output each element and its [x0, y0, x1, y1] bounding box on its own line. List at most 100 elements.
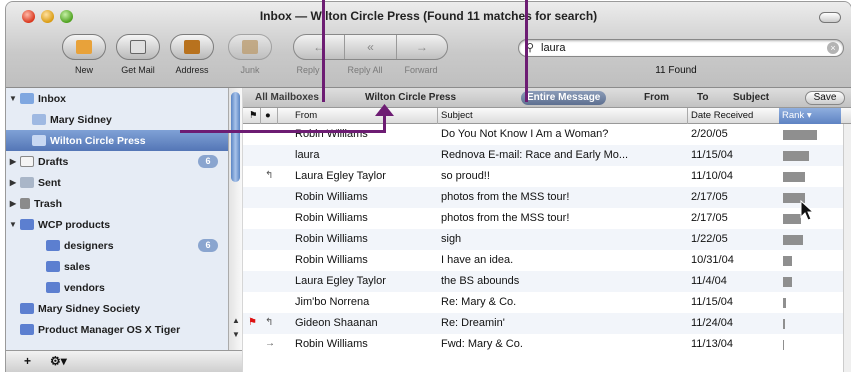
message-subject: photos from the MSS tour! [441, 212, 570, 224]
rank-bar [783, 214, 801, 224]
mailbox-drafts[interactable]: ▶ Drafts 6 [6, 151, 228, 172]
mailbox-inbox[interactable]: ▼ Inbox [6, 88, 228, 109]
account-inbox-icon [32, 114, 46, 125]
mailbox-sent-label: Sent [38, 176, 61, 189]
address-button[interactable] [170, 34, 214, 60]
message-from: Gideon Shaanan [295, 317, 378, 329]
message-date: 2/17/05 [691, 212, 728, 224]
status-column-icon[interactable]: ● [265, 110, 271, 121]
add-mailbox-button[interactable]: + [24, 354, 31, 368]
message-date: 11/13/04 [691, 338, 734, 350]
new-button[interactable] [62, 34, 106, 60]
disclosure-open-icon[interactable]: ▼ [6, 220, 20, 229]
toolbar: Inbox — Wilton Circle Press (Found 11 ma… [6, 2, 851, 88]
disclosure-closed-icon[interactable]: ▶ [6, 157, 20, 166]
mailbox-designers[interactable]: designers 6 [6, 235, 228, 256]
mailbox-trash[interactable]: ▶ Trash [6, 193, 228, 214]
reply-all-label: Reply All [347, 65, 383, 75]
message-date: 10/31/04 [691, 254, 734, 266]
mailbox-wcp-products[interactable]: ▼ WCP products [6, 214, 228, 235]
message-from: Robin Williams [295, 254, 368, 266]
scope-all-mailboxes[interactable]: All Mailboxes [249, 91, 325, 105]
save-search-button[interactable]: Save [805, 91, 845, 105]
scope-wilton[interactable]: Wilton Circle Press [359, 91, 462, 105]
flag-icon: ⚑ [248, 317, 257, 328]
trash-icon [20, 198, 30, 209]
found-count: 11 Found [655, 65, 697, 76]
message-subject: sigh [441, 233, 462, 245]
message-date: 11/4/04 [691, 275, 727, 287]
from-column-header[interactable]: From [295, 110, 317, 121]
message-from: Laura Egley Taylor [295, 170, 386, 182]
message-date: 11/10/04 [691, 170, 734, 182]
compose-icon [76, 40, 92, 54]
mailbox-wcp-label: WCP products [38, 218, 111, 231]
sidebar-footer: + ⚙▾ [6, 350, 242, 372]
search-field[interactable]: ⚲ laura × [518, 39, 844, 57]
scope-entire-message[interactable]: Entire Message [521, 91, 607, 105]
message-row[interactable]: ⚑ ↰ Gideon Shaanan Re: Dreamin' 11/24/04 [243, 313, 843, 334]
unread-badge: 6 [198, 155, 218, 168]
mailbox-sent[interactable]: ▶ Sent [6, 172, 228, 193]
reply-button[interactable]: ← [294, 35, 346, 59]
toolbar-toggle-button[interactable] [819, 12, 841, 23]
search-value: laura [541, 42, 566, 54]
rank-bar [783, 277, 792, 287]
get-mail-button[interactable] [116, 34, 160, 60]
rank-bar [783, 319, 785, 329]
mailbox-mary-sidney[interactable]: Mary Sidney [6, 109, 228, 130]
mailbox-mss-label: Mary Sidney Society [38, 302, 141, 315]
message-row[interactable]: ↰ Laura Egley Taylor so proud!! 11/10/04 [243, 166, 843, 187]
scope-from[interactable]: From [638, 91, 675, 105]
message-from: Laura Egley Taylor [295, 275, 386, 287]
mailbox-product-manager[interactable]: Product Manager OS X Tiger [6, 319, 228, 340]
scope-subject[interactable]: Subject [727, 91, 775, 105]
rank-column-header[interactable]: Rank ▾ [779, 108, 841, 124]
message-date: 2/17/05 [691, 191, 728, 203]
mailbox-sales[interactable]: sales [6, 256, 228, 277]
disclosure-closed-icon[interactable]: ▶ [6, 199, 20, 208]
message-row[interactable]: Robin Williams Do You Not Know I Am a Wom… [243, 124, 843, 145]
date-column-header[interactable]: Date Received [691, 110, 753, 121]
sidebar-scroll-thumb[interactable] [231, 92, 240, 182]
rank-bar [783, 340, 784, 350]
disclosure-closed-icon[interactable]: ▶ [6, 178, 20, 187]
rank-bar [783, 235, 803, 245]
mailbox-wilton-circle-press[interactable]: Wilton Circle Press [6, 130, 228, 151]
reply-label: Reply [296, 65, 320, 75]
message-list-scrollbar[interactable] [843, 124, 851, 372]
forward-button[interactable]: → [397, 35, 447, 59]
scope-to[interactable]: To [691, 91, 714, 105]
mailbox-pm-label: Product Manager OS X Tiger [38, 323, 181, 336]
clear-search-icon[interactable]: × [827, 42, 839, 54]
folder-icon [20, 219, 34, 230]
rank-column-label: Rank [782, 110, 805, 121]
mail-window: Inbox — Wilton Circle Press (Found 11 ma… [6, 2, 851, 372]
message-row[interactable]: Robin Williams sigh 1/22/05 [243, 229, 843, 250]
message-row[interactable]: Robin Williams I have an idea. 10/31/04 [243, 250, 843, 271]
message-from: Robin Williams [295, 233, 368, 245]
message-row[interactable]: laura Rednova E-mail: Race and Early Mo..… [243, 145, 843, 166]
sidebar-scrollbar[interactable]: ▲ ▼ [228, 88, 242, 350]
message-from: laura [295, 149, 320, 161]
junk-button[interactable] [228, 34, 272, 60]
scroll-arrows-icon[interactable]: ▲ ▼ [229, 314, 243, 348]
message-row[interactable]: Robin Williams photos from the MSS tour! 2… [243, 187, 843, 208]
reply-all-button[interactable]: « [345, 35, 397, 59]
get-mail-icon [130, 40, 146, 54]
mailbox-mary-sidney-society[interactable]: Mary Sidney Society [6, 298, 228, 319]
message-row[interactable]: Laura Egley Taylor the BS abounds 11/4/04 [243, 271, 843, 292]
mailbox-vendors[interactable]: vendors [6, 277, 228, 298]
message-subject: so proud!! [441, 170, 490, 182]
action-menu-button[interactable]: ⚙▾ [50, 354, 67, 368]
junk-icon [242, 40, 258, 54]
subject-column-header[interactable]: Subject [441, 110, 473, 121]
message-row[interactable]: → Robin Williams Fwd: Mary & Co. 11/13/04 [243, 334, 843, 355]
smart-folder-icon [46, 240, 60, 251]
smart-folder-icon [46, 282, 60, 293]
message-row[interactable]: Robin Williams photos from the MSS tour! 2… [243, 208, 843, 229]
flag-column-icon[interactable]: ⚑ [249, 110, 258, 121]
sent-icon [20, 177, 34, 188]
disclosure-open-icon[interactable]: ▼ [6, 94, 20, 103]
message-row[interactable]: Jim'bo Norrena Re: Mary & Co. 11/15/04 [243, 292, 843, 313]
